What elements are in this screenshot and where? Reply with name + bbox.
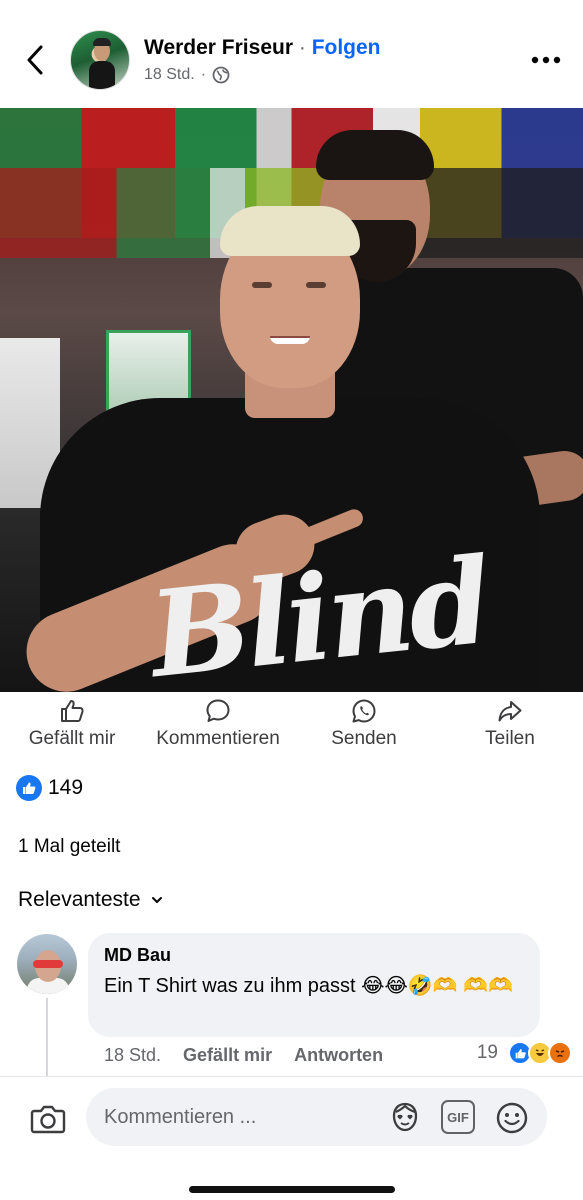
avatar-sticker-icon bbox=[392, 1102, 418, 1132]
like-button[interactable]: Gefällt mir bbox=[22, 698, 122, 750]
comment-reactions[interactable]: 19 bbox=[477, 1041, 572, 1065]
post-meta: 18 Std. · bbox=[144, 66, 230, 84]
comment-text: Ein T Shirt was zu ihm passt 😂😂🤣🫶 🫶🫶 bbox=[104, 975, 514, 997]
page-avatar[interactable] bbox=[70, 30, 130, 90]
camera-button[interactable] bbox=[28, 1099, 68, 1139]
reaction-summary[interactable]: 149 bbox=[16, 775, 83, 801]
post-time[interactable]: 18 Std. bbox=[144, 66, 195, 84]
thread-line bbox=[46, 998, 48, 1078]
comment-reply-button[interactable]: Antworten bbox=[294, 1045, 383, 1066]
comment-composer: GIF bbox=[0, 1076, 583, 1200]
follow-button[interactable]: Folgen bbox=[312, 36, 381, 59]
camera-icon bbox=[30, 1105, 66, 1134]
comment-reaction-count: 19 bbox=[476, 1042, 498, 1063]
share-button[interactable]: Teilen bbox=[480, 698, 540, 750]
comment-icon bbox=[206, 699, 230, 722]
post-header: Werder Friseur · Folgen 18 Std. · bbox=[0, 0, 583, 108]
angry-reaction-icon bbox=[548, 1041, 572, 1065]
whatsapp-icon bbox=[352, 699, 376, 723]
page-title-row: Werder Friseur · Folgen bbox=[144, 36, 381, 60]
send-label: Senden bbox=[331, 728, 397, 749]
like-label: Gefällt mir bbox=[28, 728, 116, 749]
back-button[interactable] bbox=[18, 42, 52, 78]
share-icon bbox=[498, 701, 522, 722]
comment-like-button[interactable]: Gefällt mir bbox=[183, 1045, 272, 1066]
avatar-sticker-button[interactable] bbox=[386, 1099, 424, 1137]
action-bar: Gefällt mir Kommentieren Senden Teilen bbox=[0, 698, 583, 760]
post-photo[interactable]: Blind bbox=[0, 108, 583, 692]
home-indicator[interactable] bbox=[189, 1186, 395, 1193]
more-options-button[interactable] bbox=[529, 48, 563, 72]
comment-meta: 18 Std. Gefällt mir Antworten bbox=[104, 1045, 383, 1066]
like-reaction-icon bbox=[16, 775, 42, 801]
separator: · bbox=[298, 36, 306, 59]
meta-separator: · bbox=[200, 66, 207, 83]
globe-icon bbox=[212, 66, 230, 84]
comment-time: 18 Std. bbox=[104, 1045, 162, 1065]
chevron-left-icon bbox=[27, 45, 43, 75]
comment-input[interactable] bbox=[104, 1088, 374, 1146]
thumbs-up-icon bbox=[61, 700, 84, 722]
page-name[interactable]: Werder Friseur bbox=[144, 36, 293, 59]
emoji-button[interactable] bbox=[493, 1099, 531, 1137]
send-button[interactable]: Senden bbox=[327, 698, 401, 750]
comment-button[interactable]: Kommentieren bbox=[148, 698, 288, 750]
gif-button[interactable]: GIF bbox=[441, 1100, 475, 1134]
chevron-down-icon bbox=[151, 897, 162, 903]
comment-bubble[interactable]: MD Bau Ein T Shirt was zu ihm passt 😂😂🤣🫶… bbox=[88, 933, 540, 1037]
reaction-count: 149 bbox=[48, 776, 84, 799]
comment-author[interactable]: MD Bau bbox=[104, 945, 524, 966]
share-count[interactable]: 1 Mal geteilt bbox=[18, 836, 120, 858]
commenter-avatar[interactable] bbox=[17, 934, 77, 994]
share-label: Teilen bbox=[485, 728, 535, 749]
comment-label: Kommentieren bbox=[156, 728, 280, 749]
more-icon bbox=[531, 56, 561, 64]
comment-input-container: GIF bbox=[86, 1088, 547, 1146]
emoji-icon bbox=[496, 1102, 528, 1134]
sort-label: Relevanteste bbox=[18, 888, 141, 911]
comment-sort-dropdown[interactable]: Relevanteste bbox=[18, 888, 163, 912]
